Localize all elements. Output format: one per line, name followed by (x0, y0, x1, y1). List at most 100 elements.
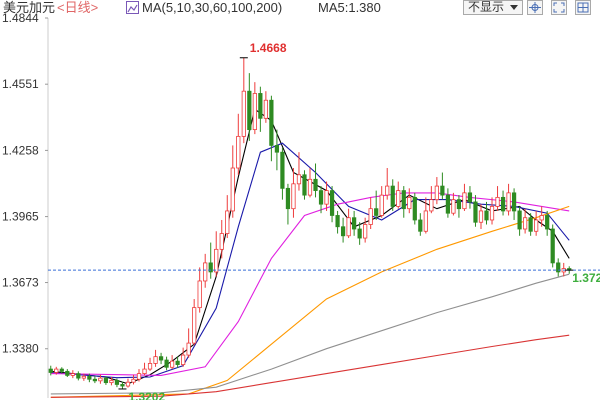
candle-body-down (390, 185, 395, 207)
candle (65, 369, 70, 377)
candle-body-up (186, 342, 191, 356)
candle-body-up (153, 356, 158, 364)
candle-body-up (169, 360, 175, 368)
candle (534, 210, 539, 236)
candle-body-down (280, 151, 285, 189)
candle-body-up (125, 381, 131, 387)
y-tick-label: 1.3673 (2, 276, 39, 290)
candle (307, 168, 313, 198)
candle (451, 192, 456, 216)
candle (131, 374, 136, 385)
candle (390, 179, 395, 211)
candle (462, 183, 467, 211)
candle (197, 267, 202, 313)
candle-body-down (274, 145, 280, 153)
candle-body-down (114, 379, 120, 385)
candle-body-down (412, 196, 417, 221)
candle-body-up (429, 199, 434, 212)
ma5-line (50, 108, 570, 385)
candle (500, 190, 506, 216)
candle-body-down (473, 201, 478, 223)
candle-body-up (385, 185, 390, 196)
candle (484, 201, 489, 225)
candle-body-down (103, 377, 109, 384)
candle (473, 195, 478, 227)
last-price-label: 1.3728 (572, 271, 600, 285)
candle (407, 188, 412, 214)
candle (302, 170, 307, 200)
candle (396, 181, 401, 209)
candle-body-up (263, 99, 268, 119)
candle (70, 370, 75, 379)
high-price-label: 1.4668 (250, 41, 287, 55)
candle-body-down (357, 228, 362, 239)
candle-body-up (236, 135, 241, 169)
candle (329, 186, 335, 223)
candle (142, 362, 147, 376)
candle (236, 113, 241, 175)
candle-body-up (434, 185, 439, 201)
candle (429, 186, 434, 214)
candle-body-up (203, 262, 208, 282)
candle (258, 86, 263, 132)
candle (556, 258, 561, 277)
candle (291, 168, 296, 218)
candle (346, 208, 351, 239)
candle (147, 357, 153, 371)
candle-body-down (164, 359, 169, 368)
candle-body-up (534, 219, 539, 232)
candle-body-up (423, 210, 428, 232)
candle-body-up (98, 377, 103, 382)
candle-body-up (70, 373, 75, 376)
candle-body-down (59, 368, 64, 372)
candle (92, 375, 97, 384)
candle-body-down (550, 228, 555, 264)
candle (280, 147, 285, 200)
candle-body-up (219, 233, 224, 250)
candle-body-down (329, 190, 335, 216)
candle-body-up (252, 93, 257, 131)
candle-body-down (120, 384, 125, 387)
candle-body-down (313, 178, 318, 192)
candle-body-down (65, 370, 70, 376)
candle (478, 204, 484, 230)
candle-body-up (451, 199, 456, 214)
candle (181, 347, 186, 367)
candle-body-up (523, 217, 528, 230)
y-tick-label: 1.4844 (2, 11, 39, 25)
candle-body-down (511, 192, 517, 212)
candle (186, 328, 191, 358)
candle-body-down (440, 185, 445, 196)
candle-body-up (181, 354, 186, 365)
candle-body-up (307, 178, 313, 196)
candle (440, 172, 445, 200)
candle-body-down (269, 99, 274, 146)
candle (158, 352, 164, 365)
candle-body-down (374, 208, 379, 216)
candle (357, 222, 362, 245)
candle-body-down (445, 194, 451, 214)
y-tick-label: 1.3380 (2, 342, 39, 356)
candle-body-up (396, 190, 401, 207)
candle-body-down (456, 199, 462, 210)
candle (313, 163, 318, 198)
candle (539, 206, 544, 227)
candle (192, 299, 197, 346)
candle-body-up (478, 210, 484, 223)
candle-body-up (192, 307, 197, 344)
candle (456, 195, 462, 218)
candle-body-up (241, 90, 246, 137)
candle (550, 224, 555, 268)
low-price-label: 1.3202 (128, 390, 165, 400)
candle-body-down (335, 215, 340, 228)
candle (136, 369, 142, 382)
candle (153, 349, 158, 367)
candle-body-down (418, 219, 423, 232)
candle (252, 82, 257, 135)
y-tick-label: 1.3965 (2, 210, 39, 224)
candle (352, 210, 357, 236)
candle-body-down (175, 360, 180, 365)
candle (324, 181, 329, 211)
candle (76, 371, 81, 381)
candle (263, 91, 268, 123)
